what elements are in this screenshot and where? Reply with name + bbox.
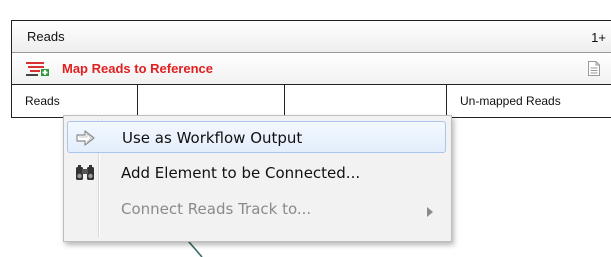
port-label: Reads	[25, 94, 60, 108]
menu-item-add-element[interactable]: Add Element to be Connected...	[67, 157, 446, 189]
menu-item-use-as-workflow-output[interactable]: Use as Workflow Output	[67, 121, 446, 153]
binoculars-icon	[75, 164, 95, 182]
element-count: 1+	[591, 30, 606, 45]
arrow-right-icon	[76, 129, 96, 147]
menu-item-connect-reads-track[interactable]: Connect Reads Track to...	[67, 193, 446, 225]
menu-item-label: Use as Workflow Output	[122, 129, 303, 147]
tool-name: Map Reads to Reference	[62, 61, 213, 76]
port-reads[interactable]: Reads	[12, 85, 138, 116]
output-ports: Reads Un-mapped Reads	[12, 85, 611, 116]
port-label: Un-mapped Reads	[460, 94, 561, 108]
port-unmapped-reads[interactable]: Un-mapped Reads	[447, 85, 611, 116]
menu-item-label: Add Element to be Connected...	[121, 164, 361, 182]
element-title: Reads	[27, 29, 65, 44]
port-3[interactable]	[285, 85, 447, 116]
submenu-arrow-icon	[427, 202, 433, 221]
menu-item-label: Connect Reads Track to...	[121, 200, 312, 218]
port-2[interactable]	[138, 85, 285, 116]
map-reads-icon	[26, 62, 52, 81]
element-header[interactable]: Reads 1+	[12, 21, 611, 53]
workflow-element[interactable]: Reads 1+ Map Reads to Reference Reads Un…	[11, 20, 611, 118]
element-tool-row[interactable]: Map Reads to Reference	[12, 53, 611, 85]
context-menu: Use as Workflow Output Add Element to be…	[63, 115, 452, 242]
document-icon[interactable]	[588, 61, 600, 81]
